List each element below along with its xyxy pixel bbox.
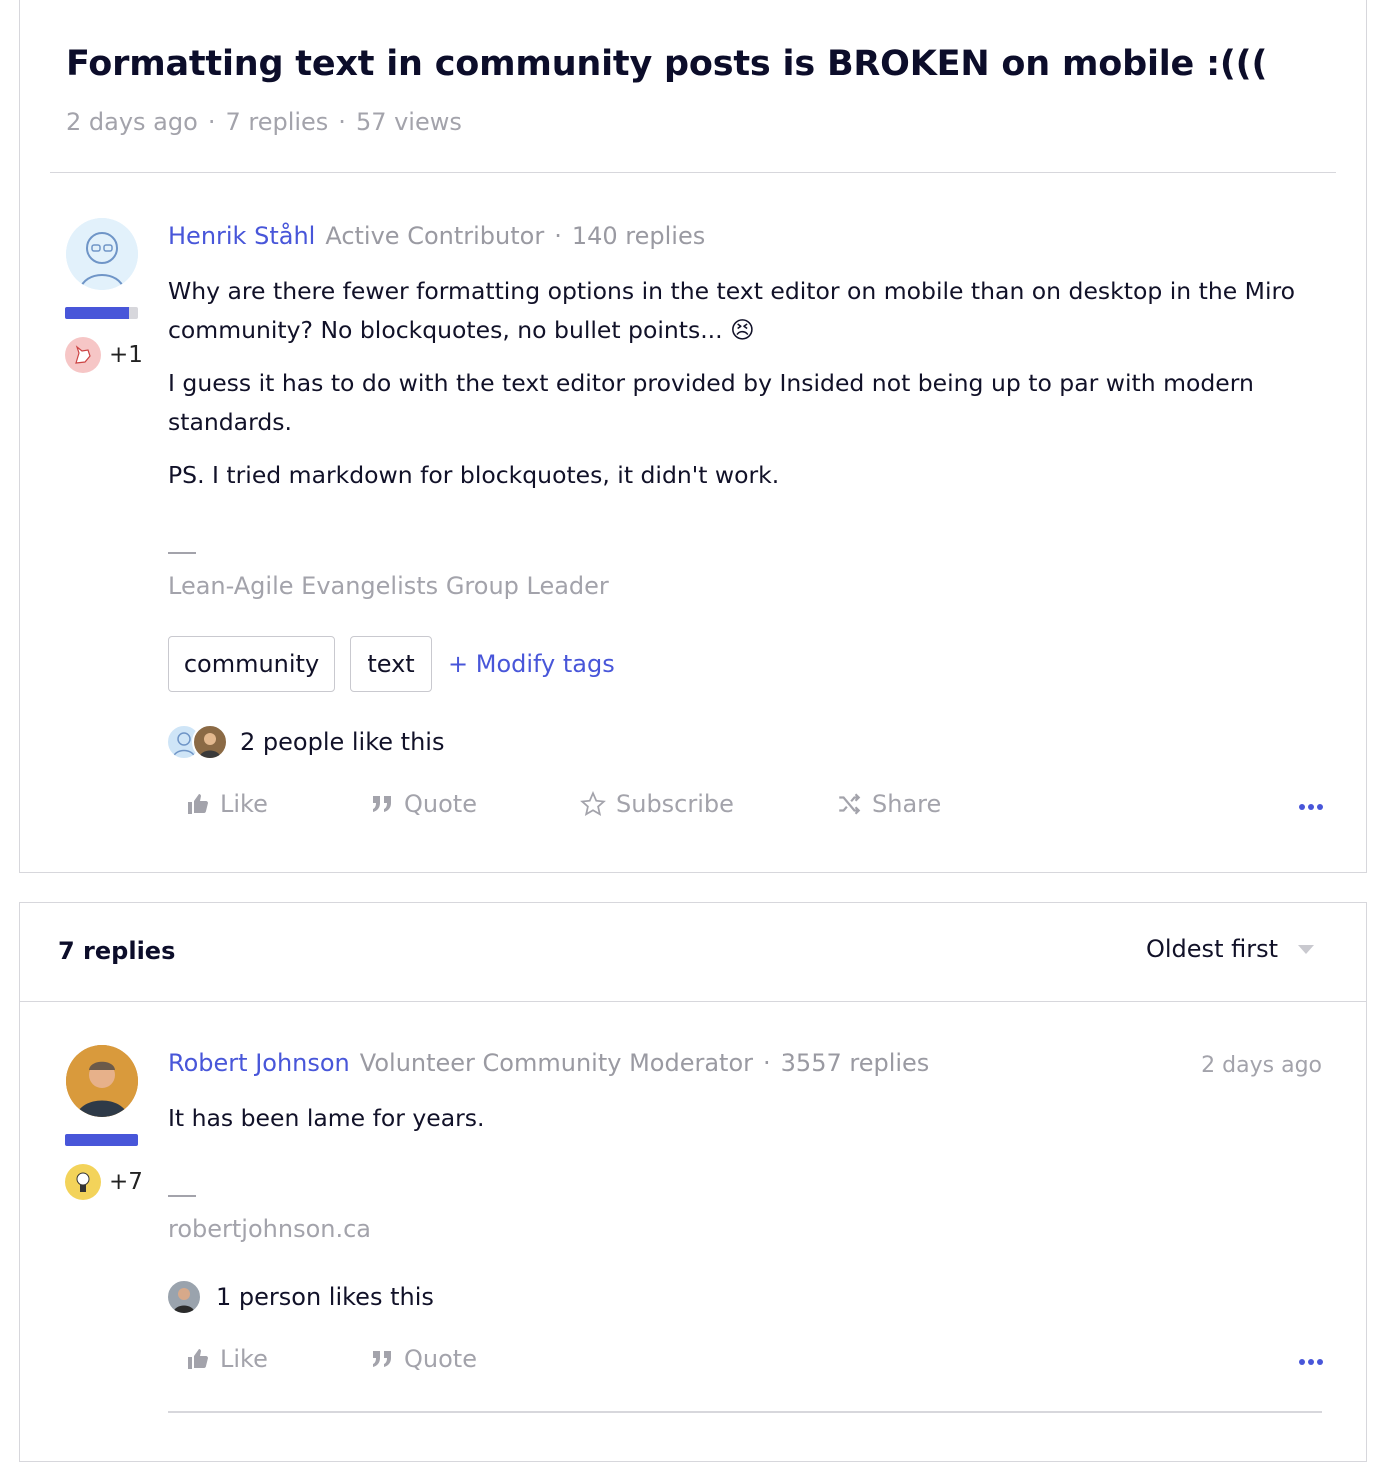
- signature-rule: [168, 552, 196, 554]
- star-icon: [580, 791, 606, 817]
- reply-bottom-divider: [168, 1411, 1322, 1413]
- like-label: Like: [220, 790, 268, 818]
- topic-divider: [50, 172, 1336, 173]
- topic-meta: 2 days ago · 7 replies · 57 views: [66, 108, 462, 136]
- reply-timestamp: 2 days ago: [1201, 1053, 1322, 1078]
- reply-body: It has been lame for years.: [168, 1099, 1316, 1152]
- avatar-henrik[interactable]: [66, 218, 138, 290]
- replies-divider: [20, 1001, 1366, 1002]
- reply-likes-text: 1 person likes this: [216, 1283, 434, 1311]
- post-likes-row[interactable]: 2 people like this: [166, 724, 444, 760]
- reply-quote-button[interactable]: Quote: [370, 1345, 477, 1373]
- shuffle-share-icon: [839, 793, 861, 815]
- post-author-line: Henrik Ståhl Active Contributor · 140 repli…: [168, 222, 706, 250]
- reply-badge-row[interactable]: +7: [65, 1164, 143, 1200]
- tag-text[interactable]: text: [350, 636, 432, 692]
- thumbs-up-icon: [188, 1349, 208, 1369]
- chevron-down-icon: [1298, 944, 1314, 954]
- post-signature: Lean-Agile Evangelists Group Leader: [168, 572, 609, 600]
- subscribe-button[interactable]: Subscribe: [580, 790, 734, 818]
- subscribe-label: Subscribe: [616, 790, 734, 818]
- modify-tags-link[interactable]: + Modify tags: [448, 650, 615, 678]
- reply-author-line: Robert Johnson Volunteer Community Modera…: [168, 1049, 930, 1077]
- post-body: Why are there fewer formatting options i…: [168, 272, 1316, 509]
- post-likes-text: 2 people like this: [240, 728, 445, 756]
- reply-text: It has been lame for years.: [168, 1104, 485, 1132]
- sad-face-emoji: 😣: [730, 316, 755, 344]
- reply-signature-rule: [168, 1195, 196, 1197]
- thumbs-up-icon: [188, 794, 208, 814]
- reply-more-options-button[interactable]: [1299, 1359, 1323, 1365]
- author-reply-count: 140 replies: [571, 222, 706, 250]
- unicorn-badge-icon: [65, 337, 101, 373]
- reply-signature[interactable]: robertjohnson.ca: [168, 1215, 371, 1243]
- post-paragraph-3: PS. I tried markdown for blockquotes, it…: [168, 461, 780, 489]
- rank-progress-bar: [65, 307, 138, 319]
- reply-liker-avatar: [166, 1279, 202, 1315]
- tag-community[interactable]: community: [168, 636, 335, 692]
- more-dots-icon: [1299, 1359, 1305, 1365]
- topic-title: Formatting text in community posts is BR…: [66, 44, 1268, 84]
- medal-badge-icon: [65, 1164, 101, 1200]
- reply-badge-count: +7: [109, 1169, 143, 1195]
- reply-author-reply-count: 3557 replies: [780, 1049, 930, 1077]
- replies-heading: 7 replies: [58, 937, 176, 965]
- post-paragraph-2: I guess it has to do with the text edito…: [168, 369, 1254, 436]
- sort-dropdown[interactable]: Oldest first: [1146, 935, 1314, 963]
- badge-count: +1: [109, 342, 143, 368]
- replies-card: 7 replies Oldest first +7 Robert Johnson…: [19, 902, 1367, 1462]
- reply-quote-label: Quote: [404, 1345, 477, 1373]
- liker-avatar-2: [192, 724, 228, 760]
- quote-icon: [373, 796, 391, 812]
- avatar-robert[interactable]: [66, 1045, 138, 1117]
- share-button[interactable]: Share: [836, 790, 941, 818]
- topic-view-count: 57 views: [355, 108, 462, 136]
- rank-progress-bar-full: [65, 1134, 138, 1146]
- author-name-link[interactable]: Henrik Ståhl: [168, 222, 315, 250]
- sort-label: Oldest first: [1146, 935, 1278, 963]
- topic-reply-count: 7 replies: [225, 108, 329, 136]
- more-options-button[interactable]: [1299, 804, 1323, 810]
- reply-like-button[interactable]: Like: [186, 1345, 268, 1373]
- topic-posted-time: 2 days ago: [66, 108, 198, 136]
- reply-author-name-link[interactable]: Robert Johnson: [168, 1049, 350, 1077]
- like-button[interactable]: Like: [186, 790, 268, 818]
- quote-icon: [373, 1351, 391, 1367]
- author-rank: Active Contributor: [325, 222, 545, 250]
- topic-card: Formatting text in community posts is BR…: [19, 0, 1367, 873]
- reply-likes-row[interactable]: 1 person likes this: [166, 1279, 434, 1315]
- badge-row[interactable]: +1: [65, 337, 143, 373]
- reply-author-rank: Volunteer Community Moderator: [359, 1049, 754, 1077]
- reply-like-label: Like: [220, 1345, 268, 1373]
- more-dots-icon: [1299, 804, 1305, 810]
- quote-button[interactable]: Quote: [370, 790, 477, 818]
- quote-label: Quote: [404, 790, 477, 818]
- share-label: Share: [872, 790, 942, 818]
